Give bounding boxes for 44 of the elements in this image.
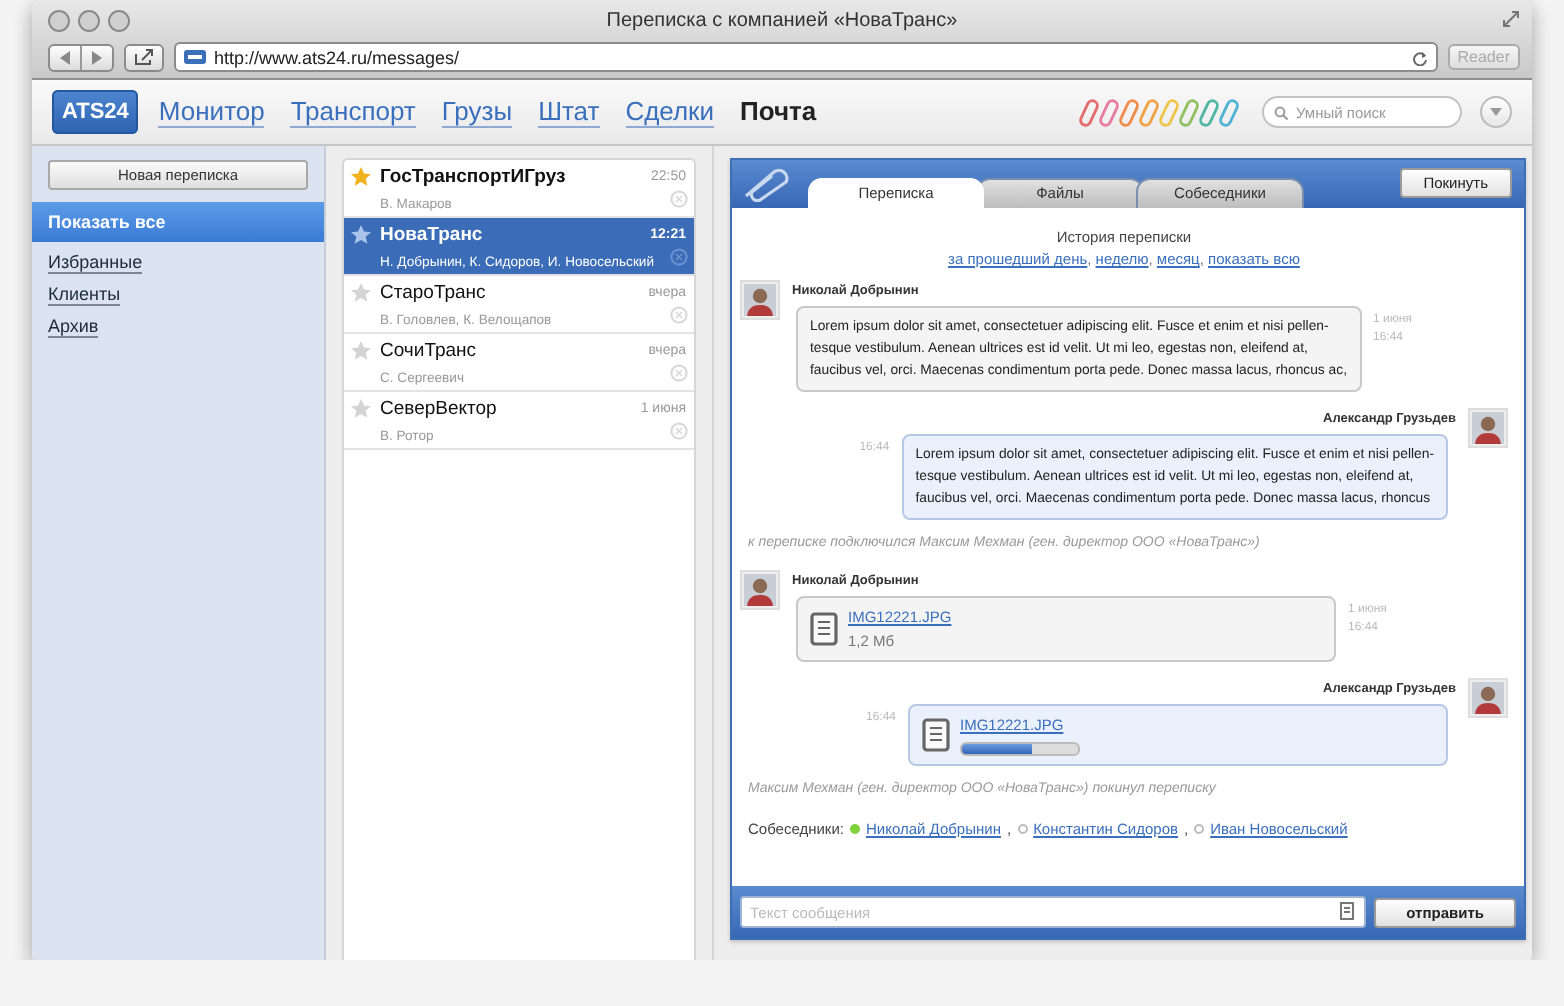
address-field[interactable]: http://www.ats24.ru/messages/ — [174, 42, 1438, 72]
conversation-name: СеверВектор — [380, 397, 499, 419]
window-control-icon[interactable] — [108, 9, 130, 31]
reload-icon[interactable] — [1411, 49, 1428, 65]
window-control-icon[interactable] — [78, 9, 100, 31]
window-control-icon[interactable] — [48, 9, 70, 31]
sidebar-item[interactable]: Показать все — [32, 202, 324, 242]
sidebar-item[interactable]: Архив — [32, 310, 324, 342]
star-icon[interactable] — [350, 397, 372, 419]
star-icon[interactable] — [350, 223, 372, 245]
star-icon[interactable] — [350, 281, 372, 303]
document-icon — [922, 718, 950, 752]
menu-button[interactable] — [1480, 96, 1512, 128]
nav-link[interactable]: Штат — [538, 96, 600, 128]
nav-link[interactable]: Почта — [740, 96, 817, 128]
star-icon[interactable] — [350, 165, 372, 187]
avatar-icon — [1468, 408, 1508, 448]
document-icon — [810, 612, 838, 646]
sidebar-item[interactable]: Избранные — [32, 246, 324, 278]
avatar-icon — [740, 570, 780, 610]
star-icon[interactable] — [350, 339, 372, 361]
paperclip-icon — [740, 166, 792, 202]
nav-link[interactable]: Монитор — [158, 96, 265, 128]
app-logo[interactable]: ATS24 — [52, 90, 139, 134]
conversation-name: СочиТранс — [380, 339, 479, 361]
share-icon — [134, 48, 154, 66]
window-title: Переписка с компанией «НоваТранс» — [604, 10, 960, 32]
nav-link[interactable]: Грузы — [441, 96, 513, 128]
conversation-name: ГосТранспортИГруз — [380, 165, 568, 187]
sidebar-item[interactable]: Клиенты — [32, 278, 324, 310]
fullscreen-icon[interactable] — [1502, 10, 1520, 28]
conversation-name: СтароТранс — [380, 281, 488, 303]
nav-link[interactable]: Транспорт — [290, 96, 416, 128]
conversation-name: НоваТранс — [380, 223, 485, 245]
remove-icon[interactable] — [670, 248, 688, 266]
progress-bar — [960, 742, 1080, 756]
avatar-icon — [1468, 678, 1508, 718]
nav-link[interactable]: Сделки — [625, 96, 715, 128]
share-button[interactable] — [124, 43, 164, 71]
caret-icon — [1490, 108, 1502, 116]
search-icon — [1274, 105, 1288, 119]
site-icon — [184, 50, 206, 64]
attach-file-icon[interactable] — [1340, 902, 1357, 922]
avatar-icon — [740, 280, 780, 320]
